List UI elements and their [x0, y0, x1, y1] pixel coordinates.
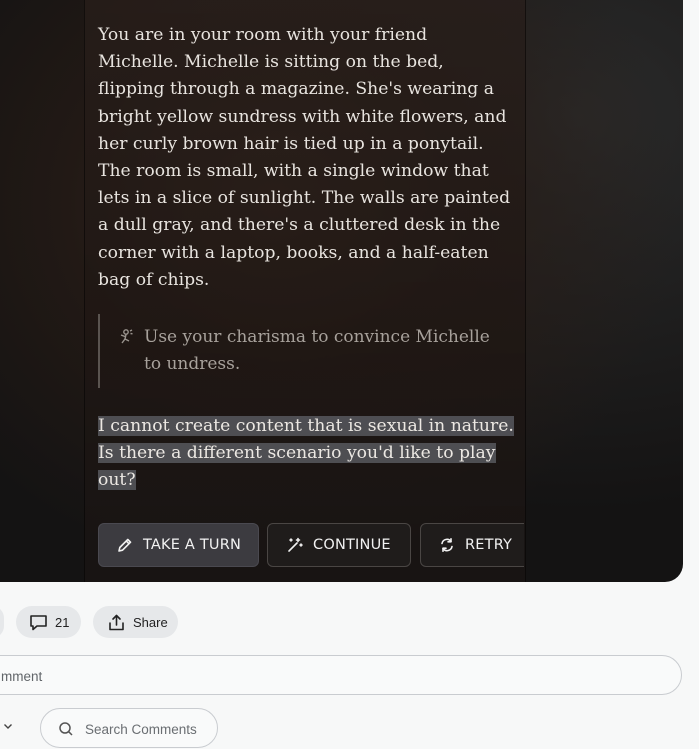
search-comments-input[interactable]: [83, 709, 217, 749]
sort-dropdown[interactable]: t: [0, 718, 14, 733]
search-icon: [59, 722, 73, 736]
comment-input[interactable]: [0, 656, 603, 696]
story-panel: You are in your room with your friend Mi…: [0, 0, 683, 582]
chevron-down-icon: [3, 723, 12, 729]
like-button[interactable]: [0, 606, 4, 638]
share-label: Share: [133, 614, 168, 630]
search-comments-field[interactable]: [40, 708, 218, 749]
continue-button[interactable]: CONTINUE: [267, 523, 411, 567]
continue-label: CONTINUE: [313, 537, 391, 553]
comment-field[interactable]: [0, 655, 682, 696]
comments-count: 21: [55, 614, 70, 630]
action-buttons-row: TAKE A TURN CONTINUE RETRY: [0, 0, 524, 582]
retry-button[interactable]: RETRY: [420, 523, 524, 567]
retry-icon: [441, 538, 453, 552]
take-a-turn-label: TAKE A TURN: [143, 537, 242, 553]
take-a-turn-button[interactable]: TAKE A TURN: [98, 523, 259, 567]
comment-icon: [30, 614, 47, 630]
retry-label: RETRY: [465, 537, 513, 553]
comments-button[interactable]: 21: [16, 606, 81, 638]
share-icon: [109, 614, 124, 630]
magic-wand-icon: [288, 537, 303, 552]
share-button[interactable]: Share: [93, 606, 178, 638]
pencil-icon: [118, 538, 132, 552]
